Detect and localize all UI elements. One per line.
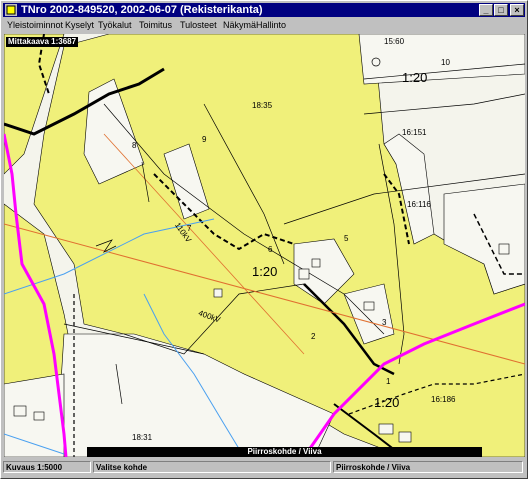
building (33, 411, 45, 421)
building (13, 405, 27, 417)
parcel-label: 3 (382, 318, 387, 327)
building (213, 288, 223, 298)
map-canvas[interactable] (4, 34, 525, 457)
window-title: TNro 2002-849520, 2002-06-07 (Rekisterik… (21, 4, 263, 16)
parcel-label: 2 (311, 332, 316, 341)
minimize-button[interactable]: _ (479, 4, 493, 16)
map-view[interactable]: Mittakaava 1:3687 15:60 10 1:20 18:35 9 … (4, 34, 525, 457)
parcel-label: 6 (268, 245, 273, 254)
parcel-label: 1:20 (374, 395, 400, 410)
building (298, 268, 310, 280)
parcel-label: 18:35 (252, 101, 273, 110)
maximize-button[interactable]: □ (494, 4, 508, 16)
building (378, 423, 394, 435)
status-scale: Kuvaus 1:5000 (3, 461, 91, 473)
map-scale-label: Mittakaava 1:3687 (6, 37, 79, 47)
title-bar[interactable]: TNro 2002-849520, 2002-06-07 (Rekisterik… (3, 3, 525, 17)
parcel-label: 1:20 (252, 264, 278, 279)
menu-kyselyt[interactable]: Kyselyt (65, 20, 94, 30)
close-button[interactable]: × (510, 4, 524, 16)
parcel-label: 8 (132, 141, 137, 150)
menu-bar: Yleistoiminnot Kyselyt Työkalut Toimitus… (3, 18, 525, 34)
parcel-label: 16:151 (402, 128, 427, 137)
menu-tyokalut[interactable]: Työkalut (98, 20, 132, 30)
building (363, 301, 375, 311)
parcel-label: 9 (202, 135, 207, 144)
menu-toimitus[interactable]: Toimitus (139, 20, 172, 30)
parcel-label: 16:186 (431, 395, 456, 404)
status-bar: Kuvaus 1:5000 Valitse kohde Piirroskohde… (3, 460, 525, 476)
parcel-label: 1:20 (402, 70, 428, 85)
building (311, 258, 321, 268)
menu-yleistoiminnot[interactable]: Yleistoiminnot (7, 20, 63, 30)
menu-tulosteet[interactable]: Tulosteet (180, 20, 217, 30)
parcel-label: 1 (386, 377, 391, 386)
building (398, 431, 412, 443)
menu-nakyma[interactable]: Näkymä (223, 20, 256, 30)
app-icon (5, 4, 17, 16)
parcel-label: 16:116 (407, 200, 431, 209)
drawing-object-bar: Piirroskohde / Viiva (87, 447, 482, 457)
parcel-label: 5 (344, 234, 349, 243)
parcel-label: 10 (441, 58, 450, 67)
status-object: Piirroskohde / Viiva (333, 461, 523, 473)
menu-hallinto[interactable]: Hallinto (256, 20, 286, 30)
parcel-label: 18:31 (132, 433, 153, 442)
parcel-label: 15:60 (384, 37, 405, 46)
building (498, 243, 510, 255)
application-window: TNro 2002-849520, 2002-06-07 (Rekisterik… (0, 0, 528, 479)
status-mode: Valitse kohde (93, 461, 331, 473)
